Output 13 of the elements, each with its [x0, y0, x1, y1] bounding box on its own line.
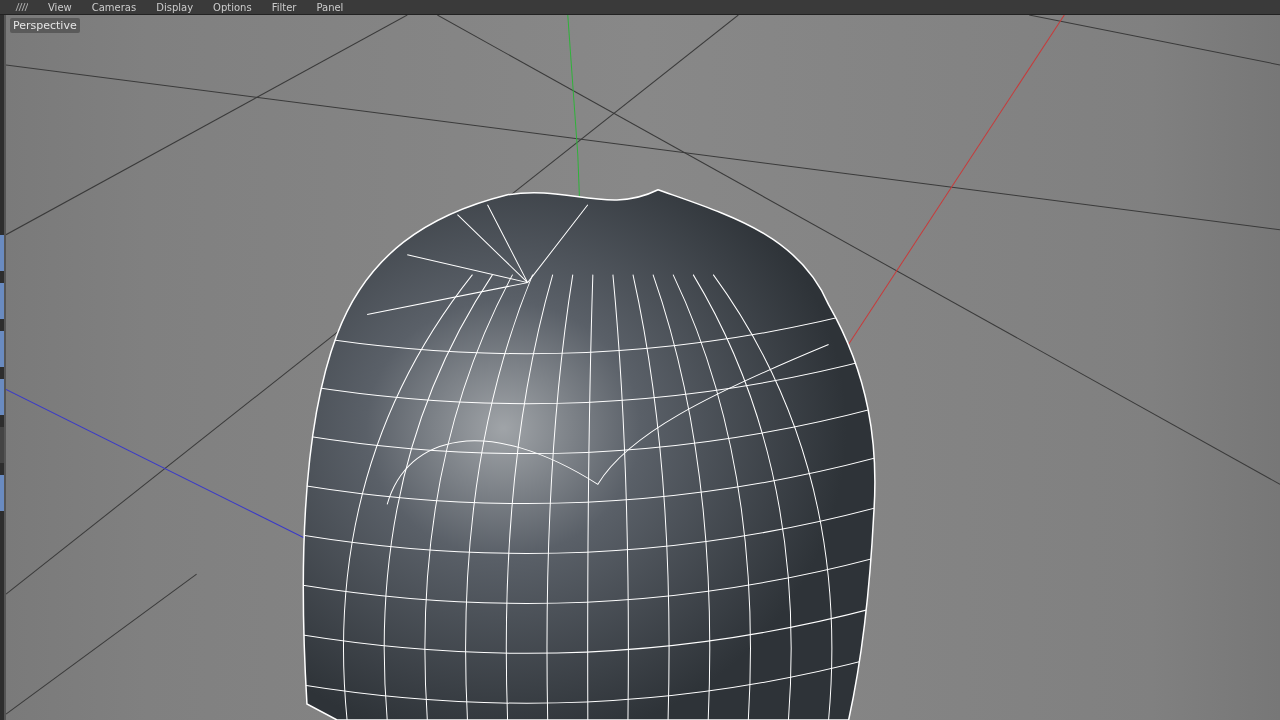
tool-button[interactable]: [0, 379, 4, 415]
menu-item[interactable]: Cameras: [91, 1, 137, 13]
viewport-label: Perspective: [10, 18, 80, 33]
menu-item[interactable]: Options: [213, 1, 252, 13]
menu-item[interactable]: Panel: [316, 1, 344, 13]
menu-item[interactable]: Display: [156, 1, 194, 13]
tool-button[interactable]: [0, 235, 4, 271]
menu-item[interactable]: View: [48, 1, 72, 13]
tool-button[interactable]: [0, 283, 4, 319]
tool-button[interactable]: [0, 475, 4, 511]
menu-item[interactable]: Filter: [271, 1, 297, 13]
tool-button[interactable]: [0, 331, 4, 367]
grip-icon[interactable]: [14, 3, 28, 11]
